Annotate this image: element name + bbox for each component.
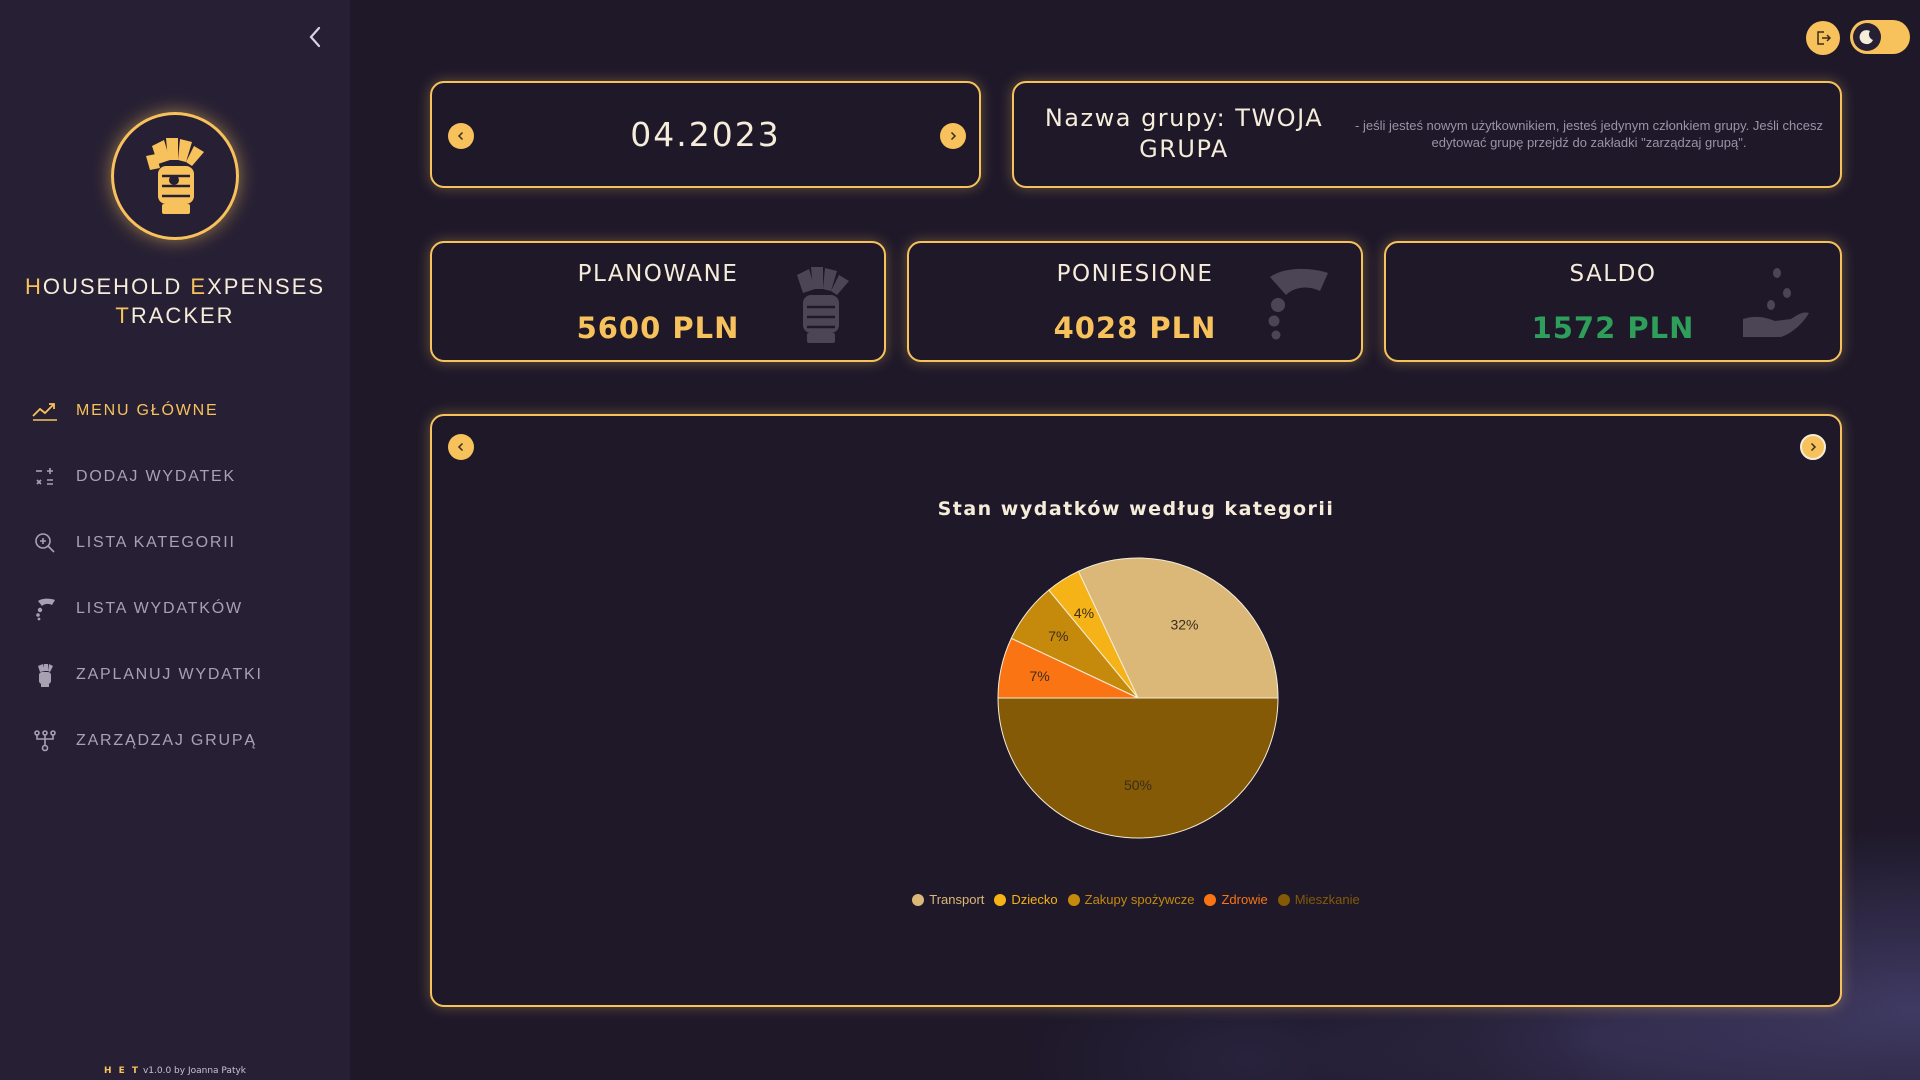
money-fist-icon: [32, 662, 58, 688]
stat-card-balance: SALDO 1572 PLN: [1384, 241, 1842, 362]
trend-chart-icon: [32, 398, 58, 424]
chart-card: Stan wydatków według kategorii 32% 4% 7% 7%…: [430, 414, 1842, 1007]
legend-swatch: [1204, 893, 1217, 906]
previous-chart-button[interactable]: [448, 434, 474, 460]
logout-button[interactable]: [1806, 21, 1840, 55]
chevron-left-icon: [309, 26, 321, 48]
money-fist-icon: [146, 138, 204, 214]
legend-label: Zakupy spożywcze: [1084, 892, 1195, 907]
legend-item[interactable]: Transport: [912, 892, 984, 907]
pie-slice-label: 32%: [1170, 617, 1198, 633]
pie-chart: 32% 4% 7% 7% 50%: [997, 557, 1279, 839]
legend-swatch: [1067, 893, 1080, 906]
nav-label: ZARZĄDZAJ GRUPĄ: [76, 732, 257, 749]
legend-item[interactable]: Zdrowie: [1204, 892, 1268, 907]
title-word: XPENSES: [207, 274, 326, 299]
date-card: 04.2023: [430, 81, 981, 188]
collapse-sidebar-button[interactable]: [300, 22, 330, 52]
nav-label: ZAPLANUJ WYDATKI: [76, 666, 263, 683]
chevron-right-icon: [1810, 442, 1817, 452]
legend-item[interactable]: Mieszkanie: [1277, 892, 1360, 907]
pie-slice-label: 7%: [1048, 628, 1068, 644]
stat-card-planned: PLANOWANE 5600 PLN: [430, 241, 886, 362]
nav-item-manage-group[interactable]: ZARZĄDZAJ GRUPĄ: [0, 708, 350, 774]
current-month: 04.2023: [630, 115, 781, 154]
chart-title: Stan wydatków według kategorii: [937, 498, 1335, 520]
title-word: OUSEHOLD: [42, 274, 191, 299]
group-name: Nazwa grupy: TWOJA GRUPA: [1044, 104, 1324, 163]
hand-seed-icon: [1743, 268, 1809, 337]
legend-swatch: [994, 893, 1007, 906]
previous-month-button[interactable]: [448, 123, 474, 149]
legend-label: Mieszkanie: [1294, 892, 1360, 907]
sidebar: HOUSEHOLD EXPENSES TRACKER MENU GŁÓWNE D…: [0, 0, 350, 1080]
theme-toggle[interactable]: [1850, 20, 1910, 54]
pie-slice-label: 4%: [1074, 605, 1094, 621]
title-letter: T: [115, 303, 131, 328]
nav-item-category-list[interactable]: LISTA KATEGORII: [0, 510, 350, 576]
title-letter: H: [24, 274, 43, 299]
nav-label: DODAJ WYDATEK: [76, 468, 237, 485]
chart-legend: Transport Dziecko Zakupy spożywcze Zdrowie M…: [432, 892, 1840, 907]
title-letter: E: [190, 274, 208, 299]
footer-text: v1.0.0 by Joanna Patyk: [142, 1066, 247, 1076]
nav-label: MENU GŁÓWNE: [76, 402, 219, 419]
nav-item-add-expense[interactable]: DODAJ WYDATEK: [0, 444, 350, 510]
group-card: Nazwa grupy: TWOJA GRUPA - jeśli jesteś …: [1012, 81, 1842, 188]
legend-item[interactable]: Dziecko: [994, 892, 1058, 907]
group-tree-icon: [32, 728, 58, 754]
legend-swatch: [1277, 893, 1290, 906]
pie-slice-mieszkanie[interactable]: [997, 697, 1279, 839]
main-navigation: MENU GŁÓWNE DODAJ WYDATEK LISTA KATEGORI…: [0, 378, 350, 774]
group-hint: - jeśli jesteś nowym użytkownikiem, jest…: [1355, 118, 1823, 150]
nav-label: LISTA WYDATKÓW: [76, 600, 243, 617]
next-chart-button[interactable]: [1800, 434, 1826, 460]
moon-icon: [1859, 30, 1873, 45]
chevron-left-icon: [457, 442, 464, 452]
legend-item[interactable]: Zakupy spożywcze: [1067, 892, 1195, 907]
zoom-in-icon: [32, 530, 58, 556]
nav-label: LISTA KATEGORII: [76, 534, 236, 551]
chevron-left-icon: [457, 131, 464, 141]
next-month-button[interactable]: [940, 123, 966, 149]
nav-item-main-menu[interactable]: MENU GŁÓWNE: [0, 378, 350, 444]
logout-icon: [1817, 31, 1831, 45]
footer-credits: H E T v1.0.0 by Joanna Patyk: [0, 1066, 350, 1076]
hand-coins-icon: [32, 596, 58, 622]
legend-label: Dziecko: [1011, 892, 1058, 907]
app-title: HOUSEHOLD EXPENSES TRACKER: [0, 272, 350, 330]
legend-label: Transport: [929, 892, 985, 907]
pie-slice-label: 7%: [1030, 668, 1050, 684]
stat-card-incurred: PONIESIONE 4028 PLN: [907, 241, 1363, 362]
legend-label: Zdrowie: [1221, 892, 1268, 907]
hand-coins-icon: [1268, 268, 1328, 340]
theme-toggle-knob: [1853, 23, 1881, 51]
title-word: RACKER: [130, 303, 235, 328]
money-fist-icon: [797, 267, 849, 343]
nav-item-plan-expenses[interactable]: ZAPLANUJ WYDATKI: [0, 642, 350, 708]
footer-brand: H E T: [103, 1066, 141, 1076]
pie-slice-label: 50%: [1124, 777, 1152, 793]
nav-item-expense-list[interactable]: LISTA WYDATKÓW: [0, 576, 350, 642]
chevron-right-icon: [950, 131, 957, 141]
legend-swatch: [912, 893, 925, 906]
calculator-icon: [32, 464, 58, 490]
app-logo: [111, 112, 239, 240]
